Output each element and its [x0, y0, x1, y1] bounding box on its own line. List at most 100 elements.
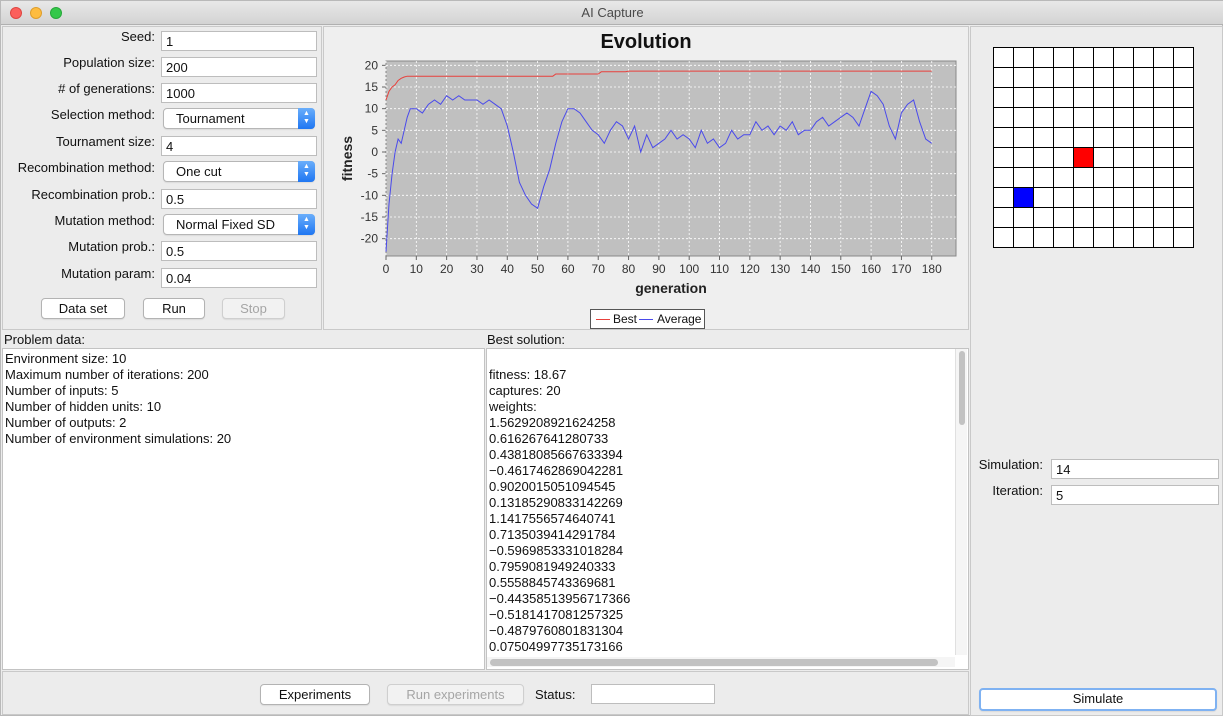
- grid-cell: [1113, 187, 1134, 208]
- problem-data-line: Number of outputs: 2: [5, 415, 127, 430]
- grid-cell: [1153, 167, 1174, 188]
- x-tick-label: 120: [740, 262, 760, 276]
- grid-cell: [1093, 107, 1114, 128]
- grid-cell: [1013, 107, 1034, 128]
- param-select[interactable]: Tournament ▲ ▼: [163, 108, 315, 129]
- grid-cell: [1153, 107, 1174, 128]
- y-axis-label: fitness: [339, 136, 355, 181]
- solution-horizontal-scrollbar[interactable]: [487, 657, 955, 667]
- experiments-button[interactable]: Experiments: [260, 684, 370, 705]
- problem-data-line: Environment size: 10: [5, 351, 127, 366]
- grid-cell: [1113, 227, 1134, 248]
- grid-cell: [1173, 87, 1194, 108]
- chevron-updown-icon[interactable]: ▲ ▼: [298, 108, 315, 129]
- solution-hscroll-thumb[interactable]: [490, 659, 938, 666]
- grid-cell: [1173, 147, 1194, 168]
- best-solution-line: captures: 20: [489, 383, 561, 398]
- grid-cell: [1073, 87, 1094, 108]
- grid-cell: [1113, 47, 1134, 68]
- simulate-button[interactable]: Simulate: [979, 688, 1217, 711]
- param-label: Recombination prob.:: [31, 187, 155, 202]
- solution-vscroll-thumb[interactable]: [959, 351, 965, 425]
- grid-cell: [1013, 67, 1034, 88]
- x-tick-label: 180: [922, 262, 942, 276]
- grid-cell: [1093, 187, 1114, 208]
- grid-cell: [1033, 127, 1054, 148]
- x-tick-label: 50: [531, 262, 545, 276]
- grid-cell: [1033, 107, 1054, 128]
- chevron-updown-icon[interactable]: ▲ ▼: [298, 161, 315, 182]
- grid-cell: [1073, 227, 1094, 248]
- grid-cell: [1133, 87, 1154, 108]
- best-solution-line: −0.4879760801831304: [489, 623, 624, 638]
- grid-cell: [1073, 107, 1094, 128]
- grid-cell: [1113, 87, 1134, 108]
- grid-cell: [1033, 207, 1054, 228]
- grid-cell: [1133, 47, 1154, 68]
- best-solution-line: −0.4617462869042281: [489, 463, 624, 478]
- grid-cell: [993, 87, 1014, 108]
- grid-cell: [1053, 187, 1074, 208]
- grid-cell: [1073, 67, 1094, 88]
- simulation-field[interactable]: 14: [1051, 459, 1219, 479]
- x-tick-label: 60: [561, 262, 575, 276]
- param-field[interactable]: 1: [161, 31, 317, 51]
- grid-cell: [1113, 147, 1134, 168]
- x-tick-label: 80: [622, 262, 636, 276]
- grid-cell: [1053, 207, 1074, 228]
- x-tick-label: 70: [592, 262, 606, 276]
- grid-cell: [1173, 207, 1194, 228]
- param-field[interactable]: 0.5: [161, 189, 317, 209]
- param-label: Population size:: [63, 55, 155, 70]
- grid-cell: [1173, 187, 1194, 208]
- run-button[interactable]: Run: [143, 298, 205, 319]
- simulation-panel: Simulation: 14 Iteration: 5 Simulate: [970, 26, 1223, 716]
- grid-cell: [1153, 207, 1174, 228]
- param-field[interactable]: 200: [161, 57, 317, 77]
- y-tick-label: -5: [367, 167, 378, 181]
- grid-cell: [1053, 67, 1074, 88]
- x-tick-label: 110: [710, 262, 729, 276]
- grid-cell: [1153, 67, 1174, 88]
- grid-cell: [1133, 227, 1154, 248]
- best-solution-line: −0.5181417081257325: [489, 607, 624, 622]
- data-set-button[interactable]: Data set: [41, 298, 125, 319]
- problem-data-text: Environment size: 10 Maximum number of it…: [2, 348, 485, 670]
- grid-cell: [993, 147, 1014, 168]
- param-field[interactable]: 0.04: [161, 268, 317, 288]
- param-field[interactable]: 4: [161, 136, 317, 156]
- param-select[interactable]: One cut ▲ ▼: [163, 161, 315, 182]
- evolution-chart: 20151050-5-10-15-200 10 20 30 40 50 60 70 80 90 10…: [339, 58, 957, 296]
- grid-cell: [1033, 167, 1054, 188]
- best-solution-line: fitness: 18.67: [489, 367, 567, 382]
- grid-cell: [1153, 127, 1174, 148]
- y-tick-label: 15: [365, 80, 379, 94]
- param-field[interactable]: 0.5: [161, 241, 317, 261]
- grid-cell: [1173, 167, 1194, 188]
- param-label: Mutation method:: [54, 213, 155, 228]
- best-solution-text[interactable]: fitness: 18.67 captures: 20 weights: 1.5629…: [486, 348, 969, 670]
- y-tick-label: 0: [371, 145, 378, 159]
- grid-cell: [1013, 167, 1034, 188]
- grid-cell: [1093, 87, 1114, 108]
- param-select[interactable]: Normal Fixed SD ▲ ▼: [163, 214, 315, 235]
- grid-cell: [1053, 167, 1074, 188]
- stop-button[interactable]: Stop: [222, 298, 285, 319]
- grid-cell: [1133, 167, 1154, 188]
- param-field[interactable]: 1000: [161, 83, 317, 103]
- chart-legend: Best Average: [590, 309, 705, 329]
- run-experiments-button[interactable]: Run experiments: [387, 684, 524, 705]
- grid-cell: [1133, 187, 1154, 208]
- grid-cell: [1013, 87, 1034, 108]
- iteration-field[interactable]: 5: [1051, 485, 1219, 505]
- solution-vertical-scrollbar[interactable]: [955, 349, 967, 655]
- legend-best-label: Best: [613, 312, 638, 326]
- param-label: Selection method:: [50, 107, 155, 122]
- grid-cell: [1053, 127, 1074, 148]
- chevron-updown-icon[interactable]: ▲ ▼: [298, 214, 315, 235]
- grid-cell: [1133, 107, 1154, 128]
- grid-cell: [1093, 167, 1114, 188]
- y-tick-label: -20: [361, 232, 379, 246]
- problem-data-line: Number of hidden units: 10: [5, 399, 162, 414]
- grid-cell: [1073, 127, 1094, 148]
